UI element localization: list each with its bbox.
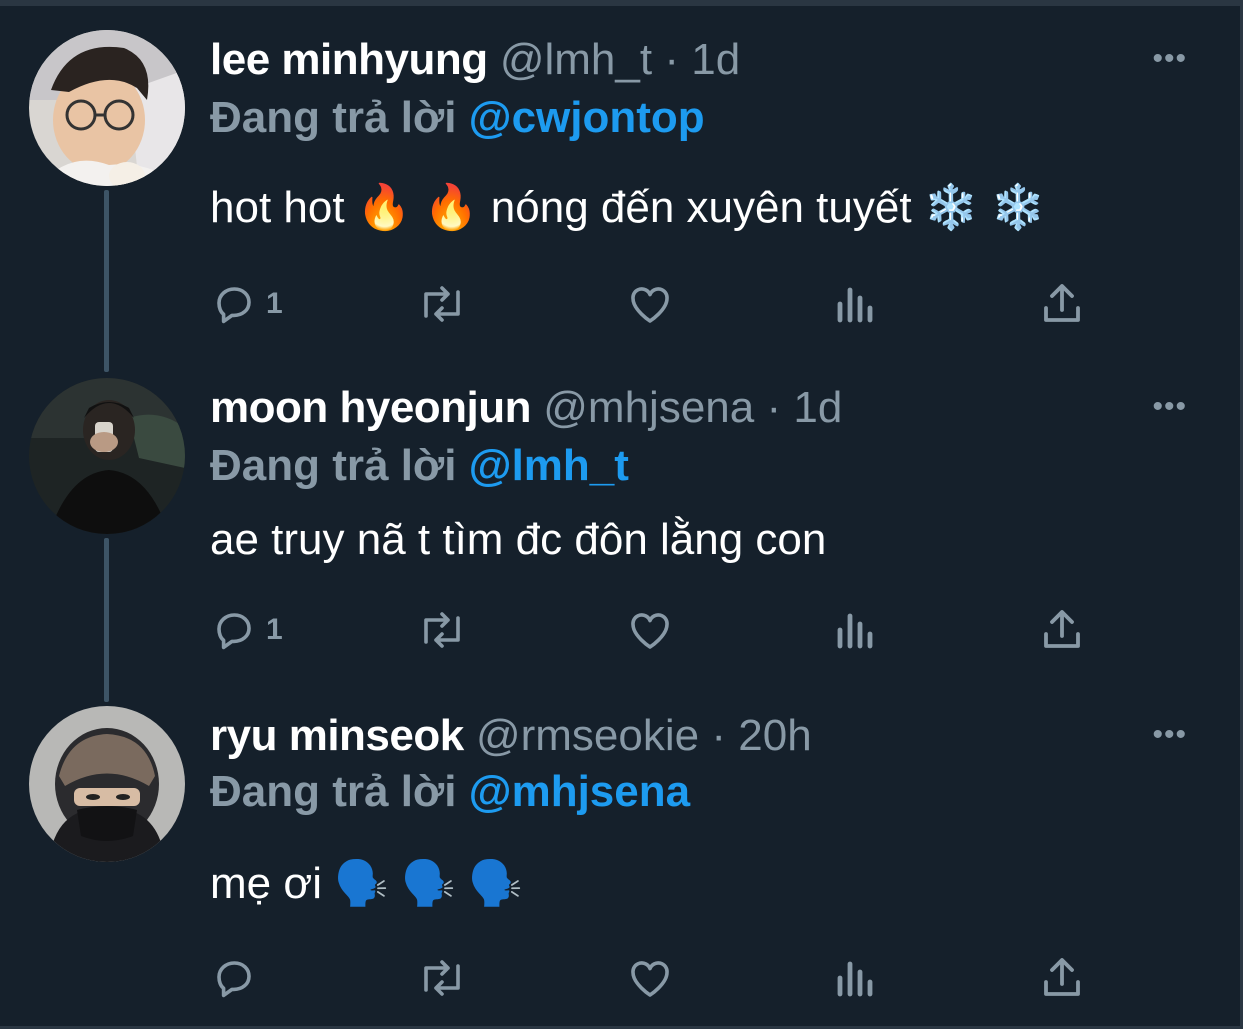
tweet-header: lee minhyung @lmh_t · 1d — [210, 30, 740, 90]
like-button[interactable] — [626, 950, 674, 1006]
separator-dot: · — [711, 711, 727, 760]
avatar[interactable] — [29, 706, 185, 862]
analytics-button[interactable] — [834, 602, 878, 658]
tweet-header: ryu minseok @rmseokie · 20h — [210, 706, 812, 766]
avatar[interactable] — [29, 30, 185, 186]
more-icon[interactable]: ••• — [1152, 392, 1187, 422]
analytics-button[interactable] — [834, 276, 878, 332]
reply-icon — [210, 606, 258, 654]
mention-link[interactable]: @cwjontop — [469, 93, 705, 142]
mention-link[interactable]: @lmh_t — [469, 441, 629, 490]
replying-prefix: Đang trả lời — [210, 93, 457, 142]
replying-prefix: Đang trả lời — [210, 441, 457, 490]
more-icon[interactable]: ••• — [1152, 720, 1187, 750]
timestamp[interactable]: 20h — [738, 711, 811, 760]
more-icon[interactable]: ••• — [1152, 44, 1187, 74]
share-button[interactable] — [1040, 276, 1084, 332]
replying-to: Đang trả lời @mhjsena — [210, 762, 690, 822]
tweet-text: ae truy nã t tìm đc đôn lằng con — [210, 515, 827, 564]
like-icon — [626, 280, 674, 328]
avatar[interactable] — [29, 378, 185, 534]
like-button[interactable] — [626, 602, 674, 658]
timestamp[interactable]: 1d — [691, 35, 740, 84]
timestamp[interactable]: 1d — [793, 383, 842, 432]
user-handle[interactable]: @lmh_t — [500, 35, 652, 84]
thread-line — [104, 538, 109, 702]
retweet-icon — [416, 954, 468, 1002]
thread-line — [104, 190, 109, 372]
retweet-button[interactable] — [416, 276, 468, 332]
analytics-icon — [834, 606, 878, 654]
replying-prefix: Đang trả lời — [210, 767, 457, 816]
reply-count: 1 — [266, 613, 283, 646]
retweet-icon — [416, 280, 468, 328]
like-icon — [626, 954, 674, 1002]
user-handle[interactable]: @mhjsena — [543, 383, 754, 432]
analytics-button[interactable] — [834, 950, 878, 1006]
share-button[interactable] — [1040, 950, 1084, 1006]
like-icon — [626, 606, 674, 654]
retweet-icon — [416, 606, 468, 654]
share-icon — [1040, 606, 1084, 654]
action-bar: 1 — [210, 602, 1110, 658]
display-name[interactable]: ryu minseok — [210, 711, 464, 760]
reply-button[interactable] — [210, 950, 266, 1006]
like-button[interactable] — [626, 276, 674, 332]
display-name[interactable]: lee minhyung — [210, 35, 488, 84]
replying-to: Đang trả lời @cwjontop — [210, 88, 705, 148]
reply-icon — [210, 280, 258, 328]
tweet-text: hot hot 🔥 🔥 nóng đến xuyên tuyết ❄️ ❄️ — [210, 183, 1046, 232]
share-icon — [1040, 280, 1084, 328]
reply-count: 1 — [266, 287, 283, 320]
share-icon — [1040, 954, 1084, 1002]
analytics-icon — [834, 954, 878, 1002]
tweet-text: mẹ ơi 🗣️ 🗣️ 🗣️ — [210, 859, 524, 908]
action-bar: 1 — [210, 276, 1110, 332]
retweet-button[interactable] — [416, 602, 468, 658]
separator-dot: · — [664, 35, 679, 84]
share-button[interactable] — [1040, 602, 1084, 658]
reply-button[interactable]: 1 — [210, 602, 283, 658]
window-top-edge — [0, 0, 1243, 6]
reply-icon — [210, 954, 258, 1002]
tweet-header: moon hyeonjun @mhjsena · 1d — [210, 378, 842, 438]
separator-dot: · — [766, 383, 782, 432]
mention-link[interactable]: @mhjsena — [469, 767, 690, 816]
user-handle[interactable]: @rmseokie — [476, 711, 699, 760]
analytics-icon — [834, 280, 878, 328]
action-bar — [210, 950, 1110, 1006]
display-name[interactable]: moon hyeonjun — [210, 383, 532, 432]
replying-to: Đang trả lời @lmh_t — [210, 436, 629, 496]
retweet-button[interactable] — [416, 950, 468, 1006]
reply-button[interactable]: 1 — [210, 276, 283, 332]
